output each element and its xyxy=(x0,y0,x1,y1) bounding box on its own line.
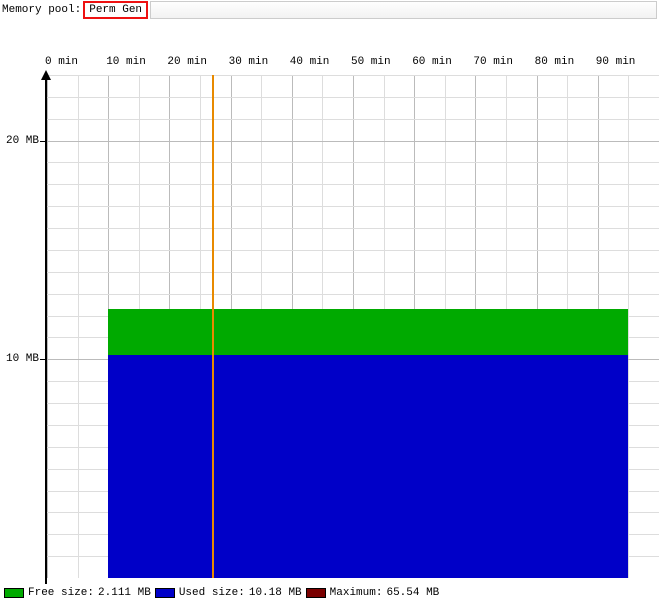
gridline-h xyxy=(47,228,659,229)
gridline-h xyxy=(47,75,659,76)
gridline-v xyxy=(78,75,79,578)
gridline-h xyxy=(47,272,659,273)
memory-pool-dropdown[interactable] xyxy=(150,1,657,19)
x-tick-label: 30 min xyxy=(229,56,269,68)
y-tick-label: 20 MB xyxy=(6,135,39,147)
memory-pool-label: Memory pool: xyxy=(2,4,81,16)
chart-legend: Free size: 2.111 MB Used size: 10.18 MB … xyxy=(4,584,659,602)
memory-pool-selected: Perm Gen xyxy=(89,4,142,16)
legend-used-value: 10.18 MB xyxy=(249,587,302,599)
x-tick-label: 90 min xyxy=(596,56,636,68)
legend-swatch-used xyxy=(155,588,175,598)
chart-plot-area xyxy=(47,75,659,578)
gridline-h xyxy=(47,294,659,295)
gridline-h xyxy=(47,97,659,98)
gridline-v xyxy=(628,75,629,578)
chart-cursor-line xyxy=(212,75,214,578)
gridline-h xyxy=(47,141,659,142)
legend-free-label: Free size: xyxy=(28,587,94,599)
x-tick-label: 60 min xyxy=(412,56,452,68)
gridline-h xyxy=(47,119,659,120)
legend-free-value: 2.111 MB xyxy=(98,587,151,599)
x-tick-label: 80 min xyxy=(535,56,575,68)
gridline-v xyxy=(47,75,48,578)
memory-pool-selector[interactable]: Perm Gen xyxy=(83,1,148,19)
y-axis-arrow-icon xyxy=(41,70,51,80)
header-bar: Memory pool: Perm Gen xyxy=(0,0,659,20)
memory-chart: 0 min 10 min 20 min 30 min 40 min 50 min 60 mi… xyxy=(0,20,659,578)
x-tick-label: 0 min xyxy=(45,56,78,68)
legend-max-label: Maximum: xyxy=(330,587,383,599)
gridline-h xyxy=(47,250,659,251)
gridline-h xyxy=(47,206,659,207)
x-tick-label: 50 min xyxy=(351,56,391,68)
legend-used-label: Used size: xyxy=(179,587,245,599)
x-axis-ticks: 0 min 10 min 20 min 30 min 40 min 50 min 60 mi… xyxy=(47,56,659,70)
x-tick-label: 20 min xyxy=(167,56,207,68)
x-tick-label: 70 min xyxy=(473,56,513,68)
legend-max-value: 65.54 MB xyxy=(386,587,439,599)
x-tick-label: 10 min xyxy=(106,56,146,68)
gridline-h xyxy=(47,184,659,185)
y-axis-ticks: 10 MB 20 MB xyxy=(0,20,45,578)
gridline-h xyxy=(47,162,659,163)
legend-swatch-max xyxy=(306,588,326,598)
y-tick-label: 10 MB xyxy=(6,353,39,365)
legend-swatch-free xyxy=(4,588,24,598)
chart-area-free xyxy=(108,309,628,355)
y-axis-line xyxy=(45,75,47,595)
chart-area-used xyxy=(108,355,628,578)
x-tick-label: 40 min xyxy=(290,56,330,68)
